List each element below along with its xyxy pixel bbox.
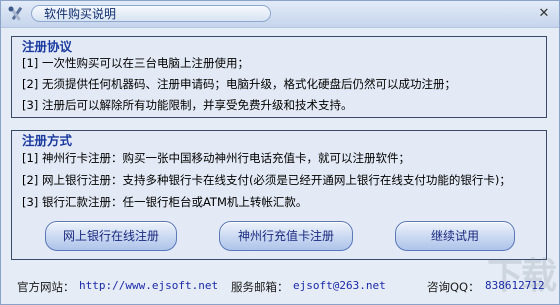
tools-icon (7, 5, 25, 23)
email-link[interactable]: ejsoft@263.net (293, 279, 386, 292)
close-icon[interactable]: ✕ (535, 5, 553, 22)
agreement-line-2: [2] 无须提供任何机器码、注册申请码；电脑升级，格式化硬盘后仍然可以成功注册； (22, 77, 456, 91)
qq-label: 咨询QQ： (427, 280, 480, 294)
website-link[interactable]: http://www.ejsoft.net (79, 279, 218, 292)
agreement-section: 注册协议 [1] 一次性购买可以在三台电脑上注册使用； [2] 无须提供任何机器… (11, 36, 547, 118)
qq-number: 838612712 (485, 279, 545, 292)
method-line-3: [3] 银行汇款注册：任一银行柜台或ATM机上转帐汇款。 (22, 195, 308, 209)
website-label: 官方网站： (17, 280, 75, 294)
title-bar[interactable]: 软件购买说明 ✕ (1, 1, 559, 28)
window-title: 软件购买说明 (31, 5, 271, 22)
agreement-line-1: [1] 一次性购买可以在三台电脑上注册使用； (22, 56, 249, 70)
online-bank-register-button[interactable]: 网上银行在线注册 (45, 221, 177, 251)
purchase-info-dialog: 软件购买说明 ✕ 注册协议 [1] 一次性购买可以在三台电脑上注册使用； [2]… (0, 0, 560, 305)
methods-title: 注册方式 (22, 133, 73, 148)
method-line-2: [2] 网上银行注册：支持多种银行卡在线支付(必须是已经开通网上银行在线支付功能… (22, 173, 511, 187)
method-line-1: [1] 神州行卡注册：购买一张中国移动神州行电话充值卡，就可以注册软件； (22, 151, 410, 165)
shenzhouxing-card-register-button[interactable]: 神州行充值卡注册 (219, 221, 353, 251)
agreement-title: 注册协议 (22, 39, 73, 54)
agreement-line-3: [3] 注册后可以解除所有功能限制，并享受免费升级和技术支持。 (22, 98, 353, 112)
email-label: 服务邮箱： (231, 280, 289, 294)
